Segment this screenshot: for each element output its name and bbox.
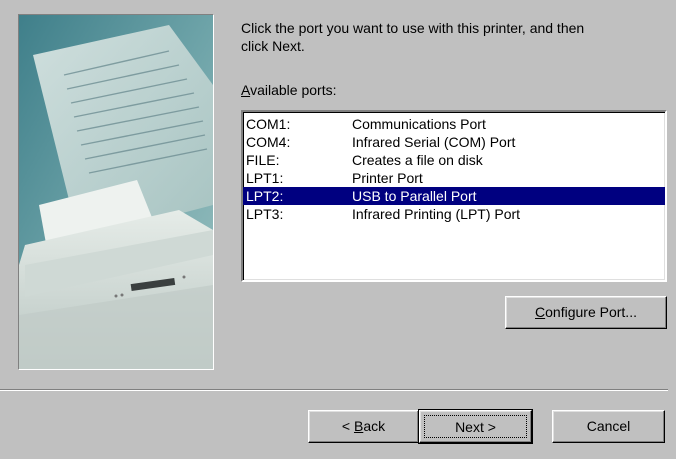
separator-line <box>0 389 668 391</box>
port-list-item[interactable]: LPT3: Infrared Printing (LPT) Port <box>243 205 665 223</box>
instruction-text: Click the port you want to use with this… <box>241 19 661 55</box>
port-description: Communications Port <box>352 116 486 132</box>
back-button[interactable]: < Back <box>308 410 419 443</box>
port-list-item[interactable]: COM4: Infrared Serial (COM) Port <box>243 133 665 151</box>
port-list-item[interactable]: LPT2: USB to Parallel Port <box>243 187 665 205</box>
add-printer-wizard-page: Click the port you want to use with this… <box>0 0 676 459</box>
port-description: USB to Parallel Port <box>352 188 477 204</box>
next-focus-rect: Next > <box>424 415 527 438</box>
port-description: Creates a file on disk <box>352 152 483 168</box>
configure-port-button[interactable]: Configure Port... <box>505 296 667 329</box>
port-name: LPT2: <box>246 188 284 204</box>
instruction-line-1: Click the port you want to use with this… <box>241 20 585 36</box>
cancel-button[interactable]: Cancel <box>552 410 665 443</box>
back-accelerator: B <box>353 418 364 434</box>
configure-label: onfigure Port... <box>545 304 637 320</box>
configure-accelerator: C <box>535 304 546 320</box>
port-name: COM4: <box>246 134 291 150</box>
back-prefix: < <box>341 418 354 434</box>
available-ports-label: Available ports: <box>241 82 336 98</box>
cancel-label: Cancel <box>586 418 631 434</box>
port-name: LPT3: <box>246 206 284 222</box>
port-list-item[interactable]: FILE: Creates a file on disk <box>243 151 665 169</box>
next-label: Next > <box>455 419 496 435</box>
port-name: LPT1: <box>246 170 284 186</box>
ports-listbox[interactable]: COM1: Communications Port COM4: Infrared Se… <box>241 110 667 282</box>
next-button[interactable]: Next > <box>418 409 533 444</box>
ports-label-accelerator: A <box>241 82 251 98</box>
instruction-line-2: click Next. <box>241 38 305 54</box>
port-list-item[interactable]: COM1: Communications Port <box>243 115 665 133</box>
port-description: Infrared Serial (COM) Port <box>352 134 516 150</box>
back-label: ack <box>363 418 386 434</box>
port-name: FILE: <box>246 152 280 168</box>
ports-label-text: vailable ports: <box>250 82 337 98</box>
port-list-item[interactable]: LPT1: Printer Port <box>243 169 665 187</box>
printer-illustration <box>18 14 214 370</box>
port-description: Infrared Printing (LPT) Port <box>352 206 521 222</box>
port-description: Printer Port <box>352 170 423 186</box>
port-name: COM1: <box>246 116 291 132</box>
